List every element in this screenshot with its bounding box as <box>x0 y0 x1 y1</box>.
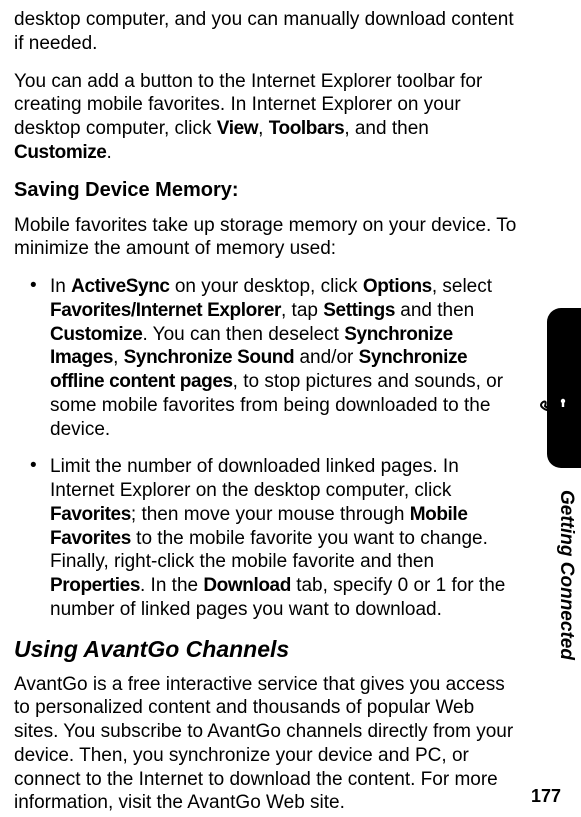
page-content: desktop computer, and you can manually d… <box>0 0 545 815</box>
menu-toolbars: Toolbars <box>269 118 345 139</box>
text: . You can then deselect <box>142 324 344 345</box>
text: and then <box>395 300 474 321</box>
paragraph-continued: desktop computer, and you can manually d… <box>14 8 517 56</box>
menu-view: View <box>217 118 258 139</box>
list-item: • In ActiveSync on your desktop, click O… <box>14 275 517 441</box>
term-options: Options <box>363 276 432 297</box>
text: and/or <box>294 347 358 368</box>
section-heading-avantgo: Using AvantGo Channels <box>14 636 517 663</box>
term-properties: Properties <box>50 575 140 596</box>
lock-key-icon <box>539 380 575 420</box>
paragraph-toolbar-tip: You can add a button to the Internet Exp… <box>14 70 517 165</box>
text: . <box>106 142 111 163</box>
text: , and then <box>344 118 429 139</box>
term-customize: Customize <box>50 324 142 345</box>
text: In <box>50 276 71 297</box>
side-section-label: Getting Connected <box>555 490 577 660</box>
menu-customize: Customize <box>14 142 106 163</box>
text: on your desktop, click <box>170 276 363 297</box>
term-download: Download <box>203 575 291 596</box>
term-settings: Settings <box>323 300 395 321</box>
bullet-marker: • <box>14 455 50 621</box>
text: , <box>258 118 269 139</box>
text: ; then move your mouse through <box>131 504 410 525</box>
paragraph-memory-intro: Mobile favorites take up storage memory … <box>14 214 517 262</box>
term-activesync: ActiveSync <box>71 276 169 297</box>
text: , <box>113 347 124 368</box>
bullet-marker: • <box>14 275 50 441</box>
page-number: 177 <box>531 786 561 807</box>
text: . In the <box>140 575 203 596</box>
bullet-list: • In ActiveSync on your desktop, click O… <box>14 275 517 622</box>
bullet-text: Limit the number of downloaded linked pa… <box>50 455 517 621</box>
term-favorites-ie: Favorites/Internet Explorer <box>50 300 281 321</box>
paragraph-avantgo: AvantGo is a free interactive service th… <box>14 673 517 816</box>
text: Limit the number of downloaded linked pa… <box>50 456 459 501</box>
text: , select <box>432 276 492 297</box>
term-sync-sound: Synchronize Sound <box>124 347 295 368</box>
list-item: • Limit the number of downloaded linked … <box>14 455 517 621</box>
text: , tap <box>281 300 323 321</box>
heading-saving-memory: Saving Device Memory: <box>14 179 517 202</box>
bullet-text: In ActiveSync on your desktop, click Opt… <box>50 275 517 441</box>
term-favorites: Favorites <box>50 504 131 525</box>
